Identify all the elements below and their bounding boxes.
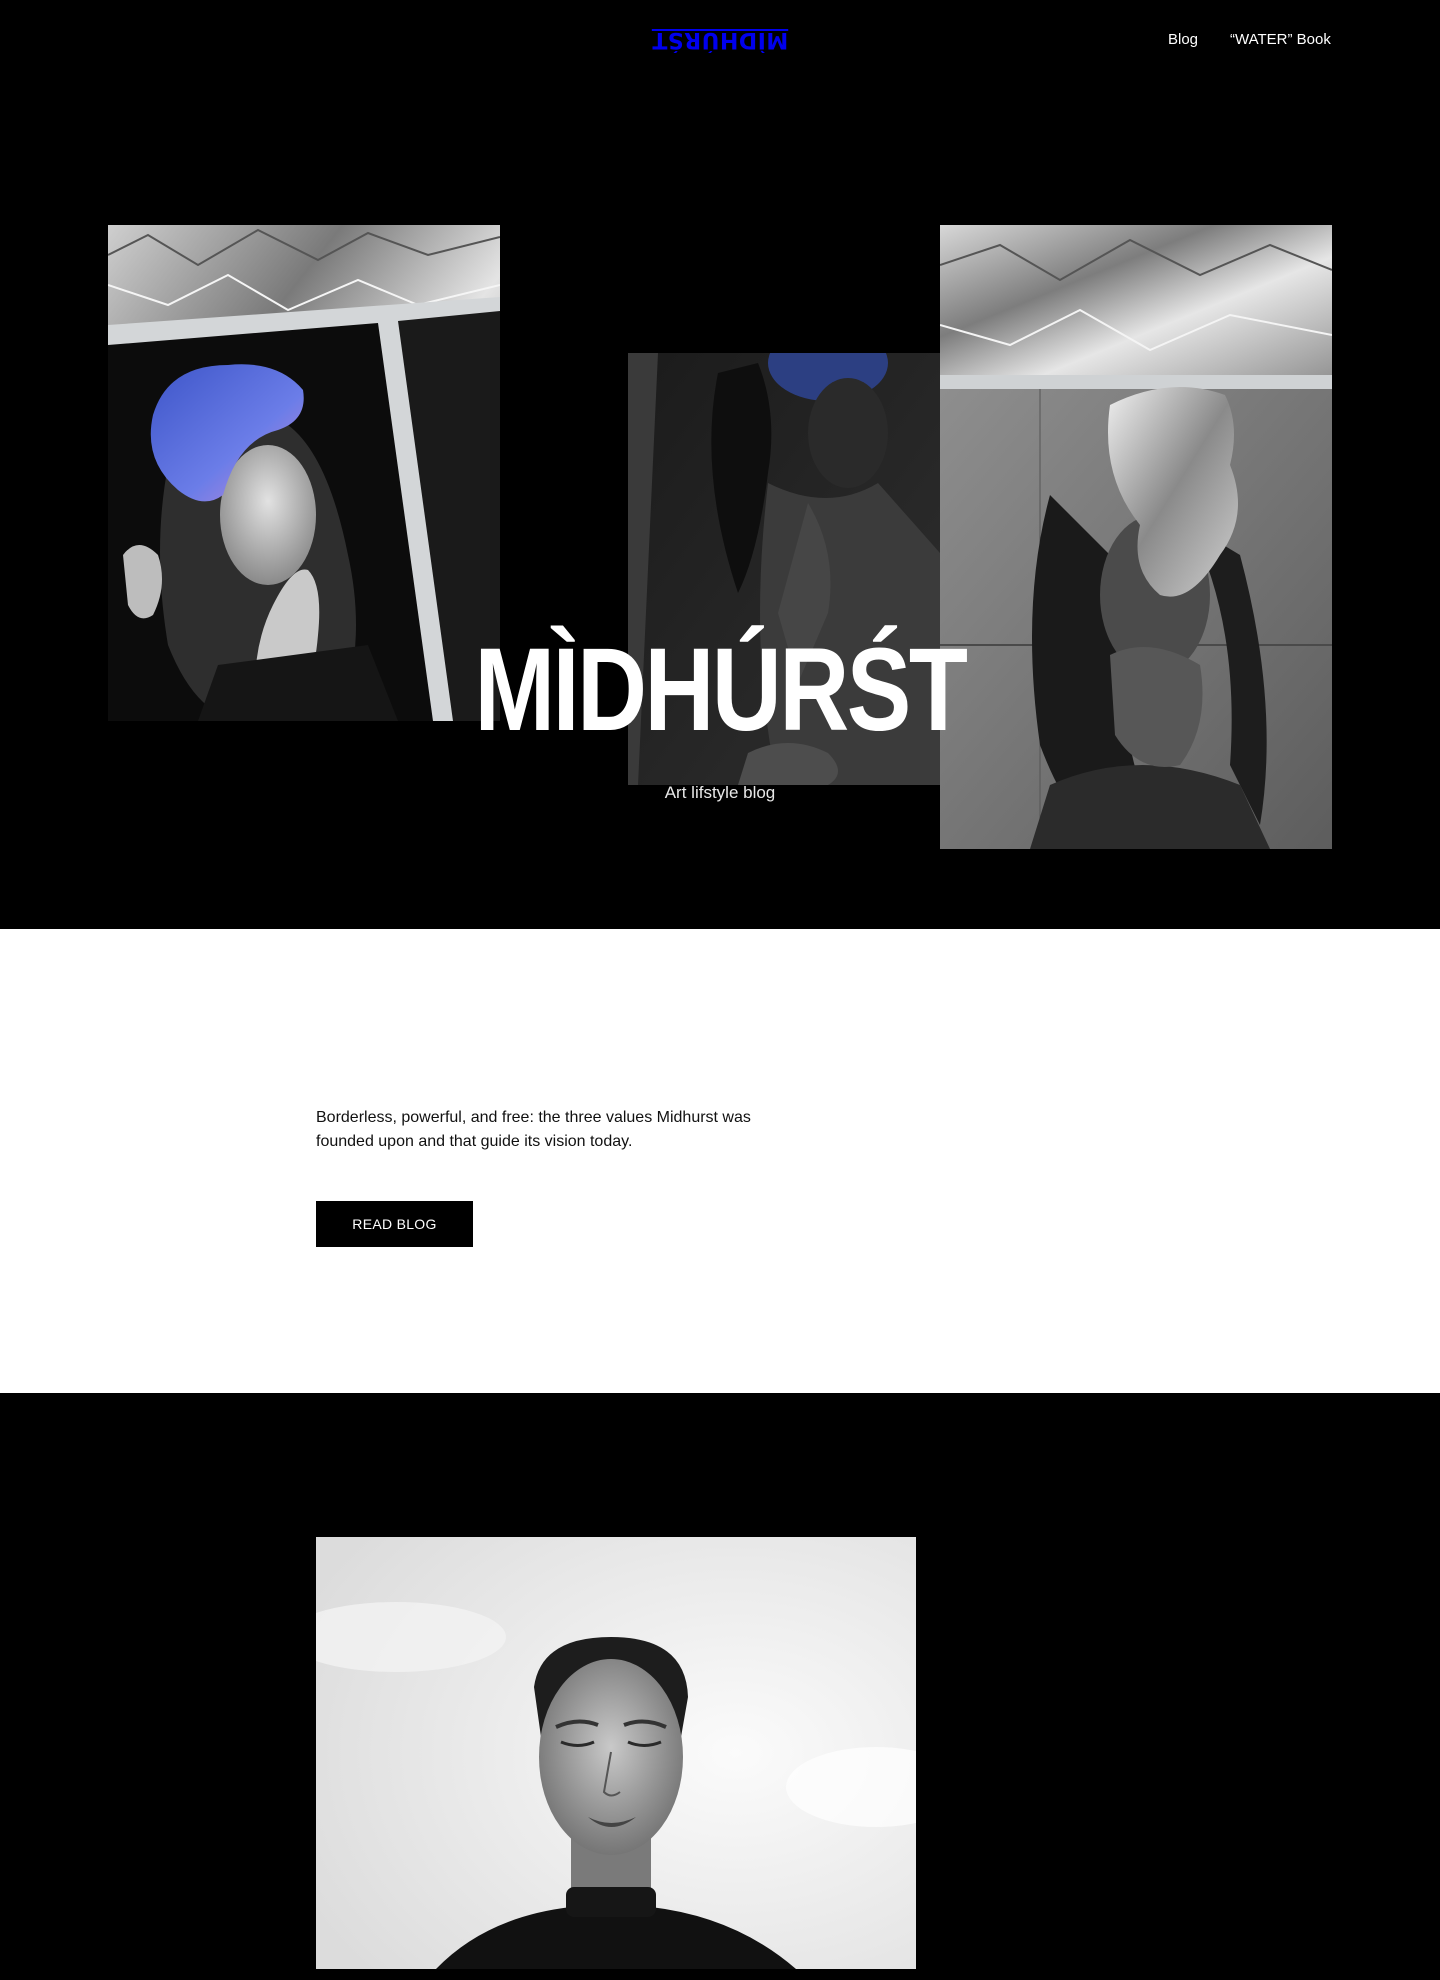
hero-section: MÌDHÚRŚT Art lifstyle blog: [0, 80, 1440, 930]
about-text: Borderless, powerful, and free: the thre…: [316, 1109, 751, 1150]
feature-portrait-image: [316, 1537, 916, 1969]
feature-section: [0, 1393, 1440, 1980]
read-blog-button[interactable]: READ BLOG: [316, 1201, 473, 1247]
site-header: MÌDHÚRŚT Blog “WATER” Book: [0, 0, 1440, 80]
site-logo[interactable]: MÌDHÚRŚT: [0, 24, 1440, 54]
nav-link-water-book[interactable]: “WATER” Book: [1230, 30, 1331, 50]
hero-subtitle: Art lifstyle blog: [664, 783, 776, 802]
hero-title: MÌDHÚRŚT: [474, 624, 968, 756]
about-section: Borderless, powerful, and free: the thre…: [0, 929, 1440, 1393]
nav-link-blog[interactable]: Blog: [1168, 30, 1198, 50]
hero-image-right: [940, 225, 1332, 849]
